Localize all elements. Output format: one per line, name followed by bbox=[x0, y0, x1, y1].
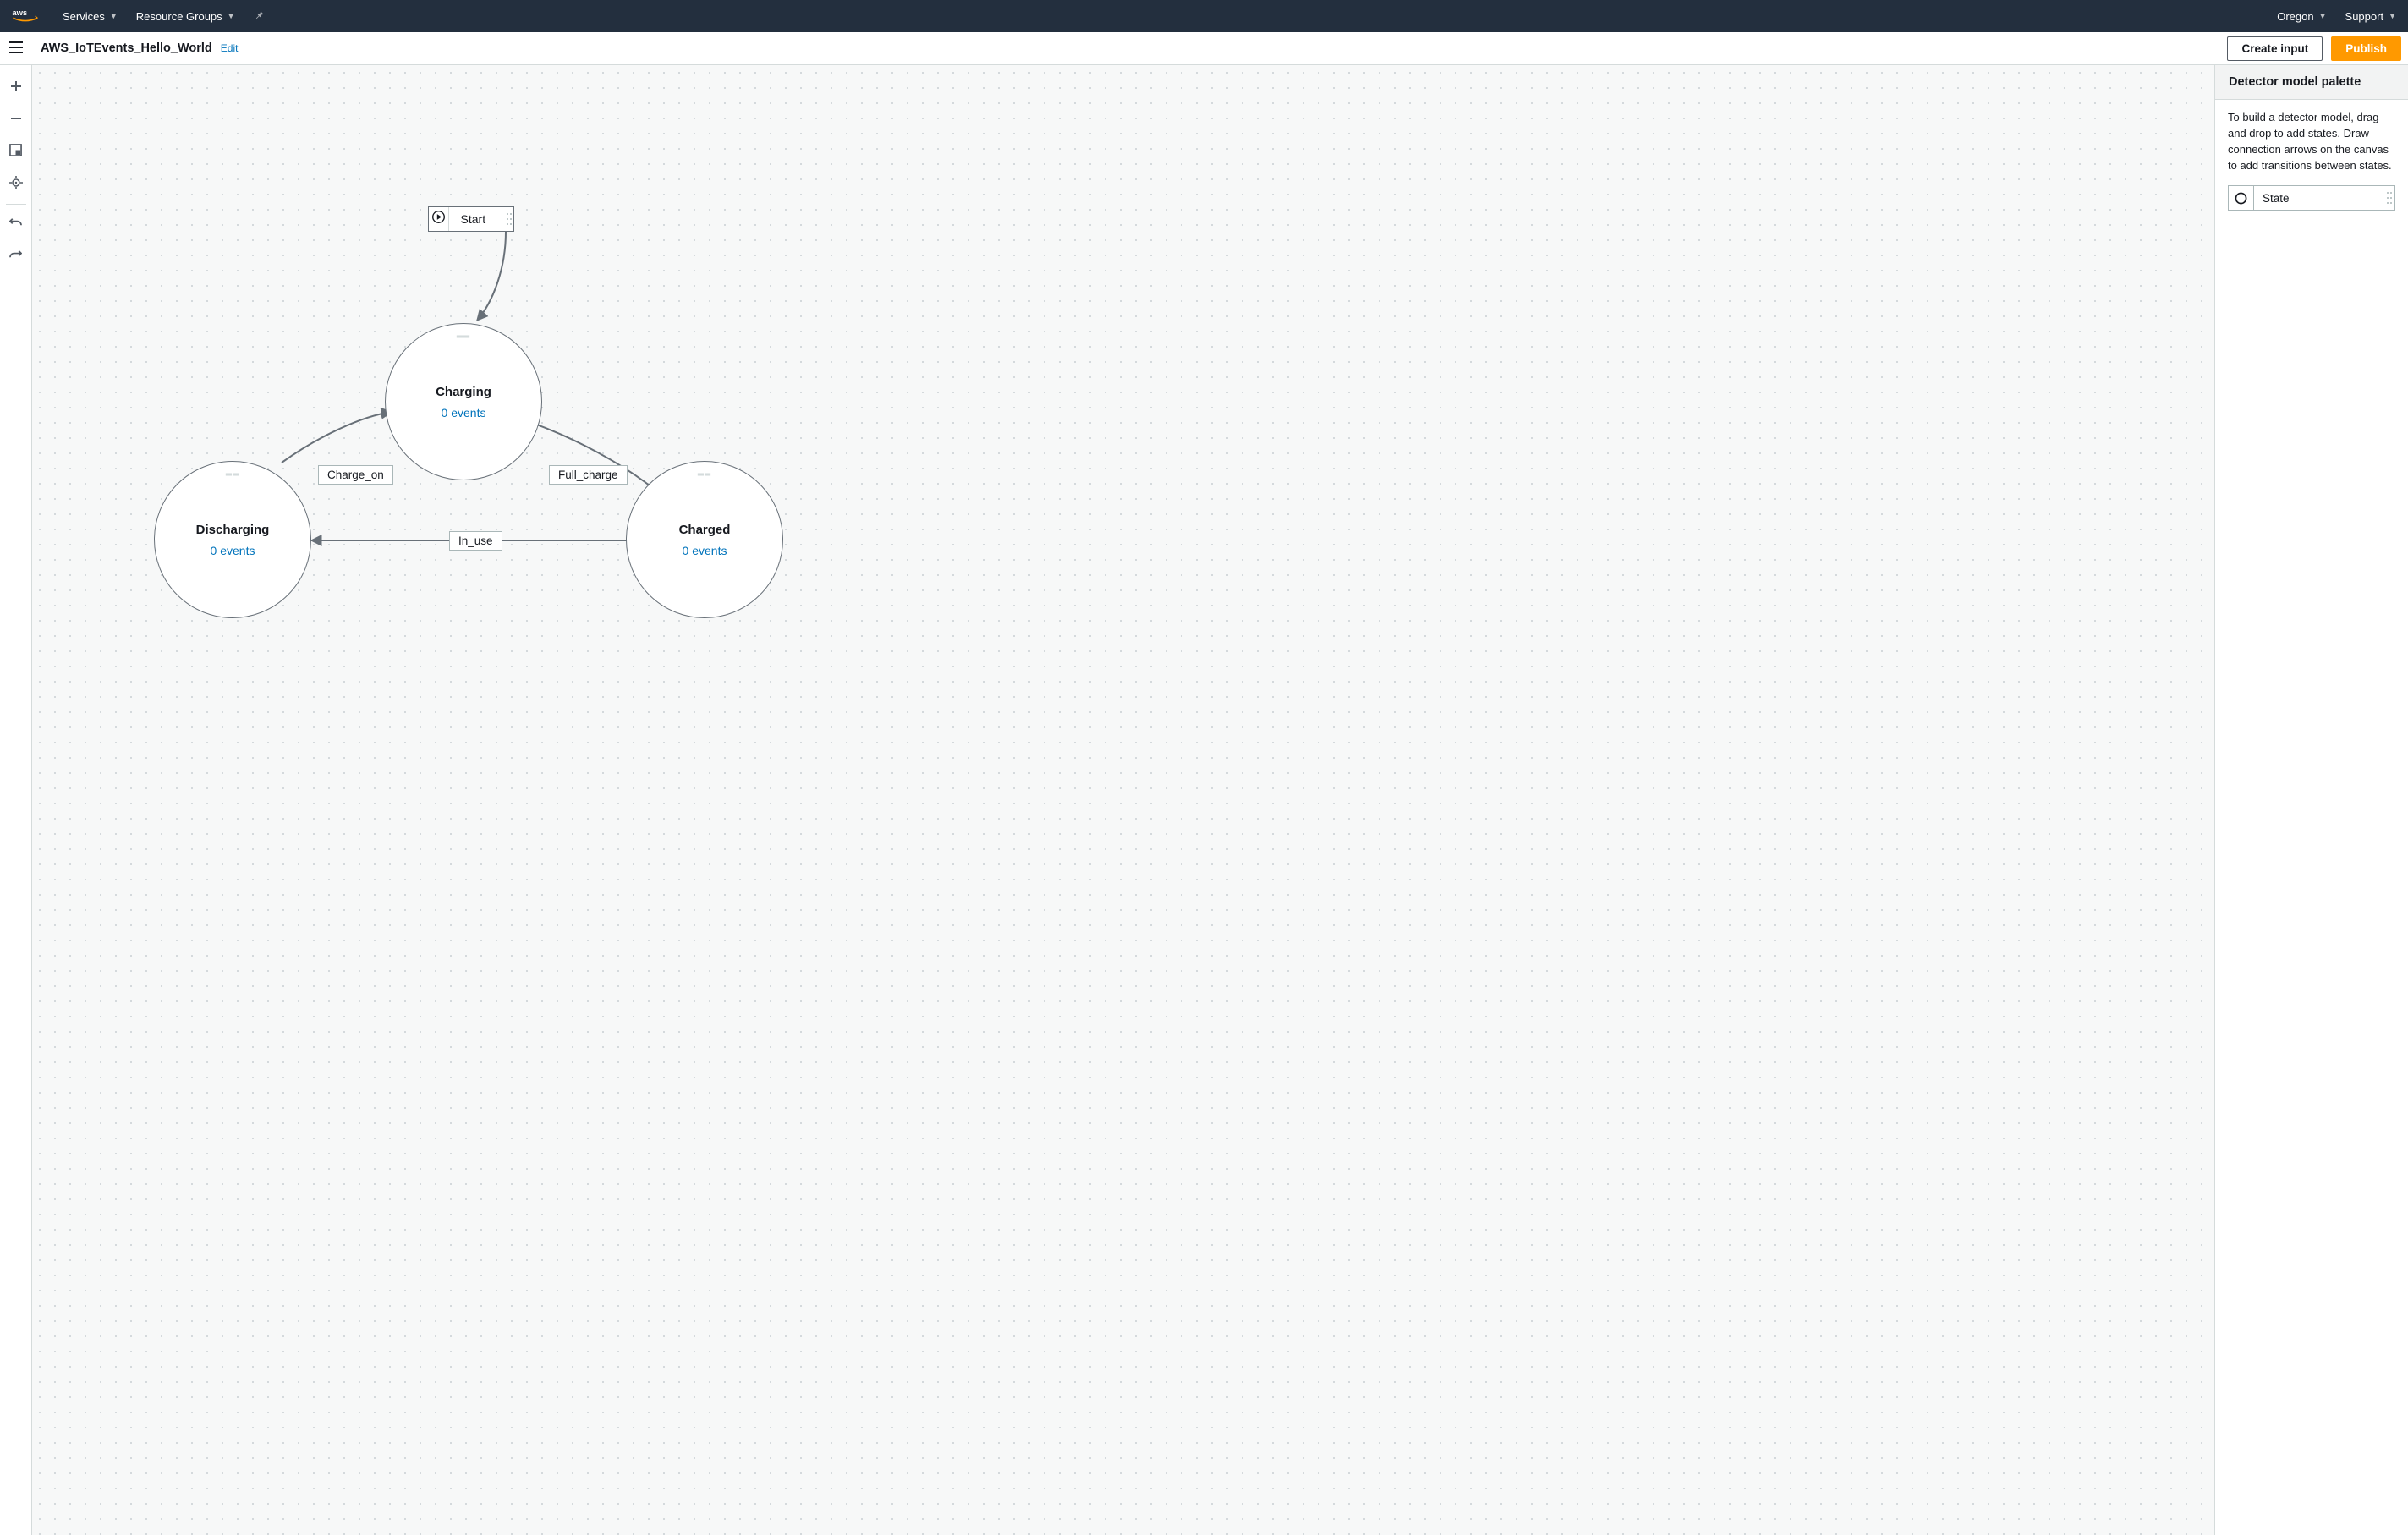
state-name: Charging bbox=[436, 385, 491, 399]
redo-icon bbox=[9, 248, 22, 265]
start-node-label: Start bbox=[449, 212, 505, 226]
aws-logo[interactable]: aws bbox=[12, 8, 41, 25]
chevron-down-icon: ▼ bbox=[2319, 12, 2327, 20]
svg-text:aws: aws bbox=[12, 8, 27, 18]
nav-pin-shortcut[interactable] bbox=[254, 9, 266, 24]
create-input-label: Create input bbox=[2241, 42, 2308, 55]
state-name: Discharging bbox=[196, 523, 270, 537]
undo-icon bbox=[9, 216, 22, 233]
state-events-link[interactable]: 0 events bbox=[683, 544, 727, 557]
publish-button[interactable]: Publish bbox=[2331, 36, 2401, 61]
transition-label-in-use[interactable]: In_use bbox=[449, 531, 502, 551]
workspace: Start ══ Charging 0 events ══ Dischargin… bbox=[0, 65, 2408, 1535]
aws-top-nav: aws Services ▼ Resource Groups ▼ Oregon … bbox=[0, 0, 2408, 32]
pin-icon bbox=[254, 9, 266, 24]
center-button[interactable] bbox=[2, 168, 30, 200]
transition-label-charge-on[interactable]: Charge_on bbox=[318, 465, 393, 485]
chevron-down-icon: ▼ bbox=[2389, 12, 2396, 20]
state-events-link[interactable]: 0 events bbox=[442, 406, 486, 419]
palette-state-item[interactable]: State bbox=[2228, 185, 2395, 211]
nav-services-label: Services bbox=[63, 10, 105, 23]
nav-services[interactable]: Services ▼ bbox=[63, 10, 118, 23]
palette-heading: Detector model palette bbox=[2215, 65, 2408, 100]
palette-help-text: To build a detector model, drag and drop… bbox=[2228, 110, 2395, 173]
nav-support[interactable]: Support ▼ bbox=[2345, 10, 2396, 23]
detector-model-palette-panel: Detector model palette To build a detect… bbox=[2214, 65, 2408, 1535]
drag-grip-icon bbox=[504, 212, 513, 226]
canvas-toolbar bbox=[0, 65, 32, 1535]
fit-screen-icon bbox=[9, 144, 22, 161]
side-menu-toggle[interactable] bbox=[0, 32, 32, 64]
chevron-down-icon: ▼ bbox=[110, 12, 118, 20]
play-circle-icon bbox=[431, 210, 446, 228]
nav-resource-groups-label: Resource Groups bbox=[136, 10, 222, 23]
state-name: Charged bbox=[679, 523, 731, 537]
state-icon bbox=[2229, 186, 2254, 210]
hamburger-icon bbox=[9, 40, 23, 58]
transition-label-full-charge[interactable]: Full_charge bbox=[549, 465, 628, 485]
nav-support-label: Support bbox=[2345, 10, 2384, 23]
editor-header-bar: AWS_IoTEvents_Hello_World Edit Create in… bbox=[0, 32, 2408, 65]
zoom-out-button[interactable] bbox=[2, 104, 30, 136]
start-node-icon-cell bbox=[429, 207, 449, 231]
diagram-canvas[interactable]: Start ══ Charging 0 events ══ Dischargin… bbox=[32, 65, 2214, 1535]
state-node-discharging[interactable]: ══ Discharging 0 events bbox=[154, 461, 311, 618]
plus-icon bbox=[10, 80, 22, 96]
redo-button[interactable] bbox=[2, 240, 30, 272]
chevron-down-icon: ▼ bbox=[228, 12, 235, 20]
state-events-link[interactable]: 0 events bbox=[211, 544, 255, 557]
palette-state-label: State bbox=[2254, 192, 2384, 205]
edit-model-name-link[interactable]: Edit bbox=[221, 42, 239, 54]
nav-region[interactable]: Oregon ▼ bbox=[2277, 10, 2326, 23]
state-node-charged[interactable]: ══ Charged 0 events bbox=[626, 461, 783, 618]
zoom-in-button[interactable] bbox=[2, 72, 30, 104]
crosshair-icon bbox=[9, 176, 23, 194]
drag-grip-icon: ══ bbox=[226, 470, 239, 480]
detector-model-name: AWS_IoTEvents_Hello_World bbox=[41, 41, 212, 55]
nav-resource-groups[interactable]: Resource Groups ▼ bbox=[136, 10, 235, 23]
minus-icon bbox=[10, 112, 22, 129]
start-node[interactable]: Start bbox=[428, 206, 514, 232]
transition-arrows-layer bbox=[32, 65, 2214, 1535]
undo-button[interactable] bbox=[2, 208, 30, 240]
publish-label: Publish bbox=[2345, 42, 2387, 55]
drag-grip-icon: ══ bbox=[698, 470, 711, 480]
create-input-button[interactable]: Create input bbox=[2227, 36, 2323, 61]
fit-screen-button[interactable] bbox=[2, 136, 30, 168]
drag-grip-icon bbox=[2384, 191, 2394, 205]
state-node-charging[interactable]: ══ Charging 0 events bbox=[385, 323, 542, 480]
nav-region-label: Oregon bbox=[2277, 10, 2313, 23]
drag-grip-icon: ══ bbox=[457, 332, 470, 342]
toolbar-divider bbox=[6, 204, 26, 205]
